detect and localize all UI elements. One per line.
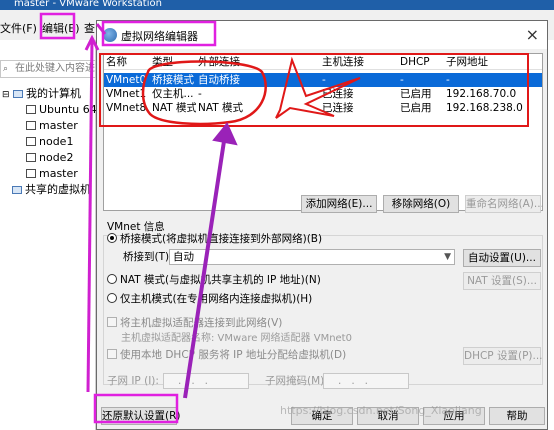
arrow-line: [183, 127, 228, 399]
star-scribble: [275, 56, 361, 119]
annotation-overlay: [39, 12, 529, 424]
highlight-edit-menu: [39, 12, 76, 40]
highlight-restore-button: [93, 393, 179, 424]
arrow-line: [86, 39, 94, 393]
highlight-type-ellipse: [141, 60, 267, 126]
highlight-dialog-title: [101, 20, 217, 47]
